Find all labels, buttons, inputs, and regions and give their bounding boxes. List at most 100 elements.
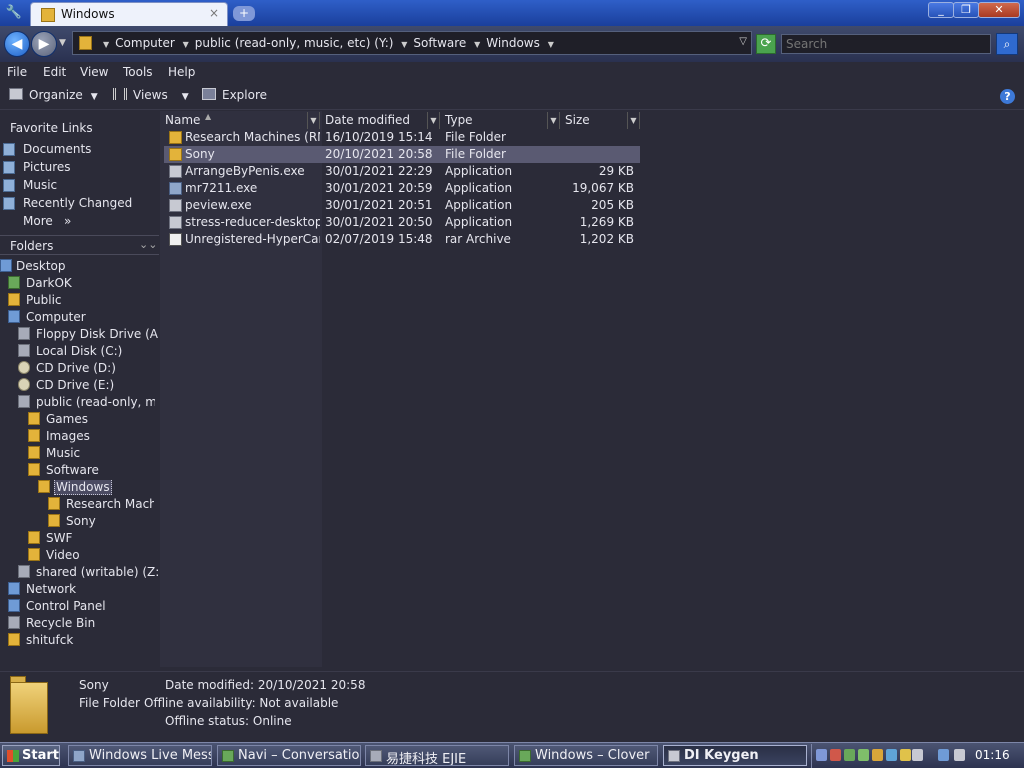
- file-type: Application: [445, 198, 513, 212]
- refresh-button[interactable]: ⟳: [756, 34, 776, 54]
- column-header-name[interactable]: Name ▲ ▼: [160, 112, 320, 129]
- tray-app-icon[interactable]: [872, 749, 883, 761]
- tray-app-icon[interactable]: [886, 749, 897, 761]
- fav-music[interactable]: Music: [0, 177, 159, 194]
- fav-more[interactable]: More »: [0, 213, 159, 230]
- close-button[interactable]: ✕: [978, 2, 1020, 18]
- breadcrumb-public-drive[interactable]: public (read-only, music, etc) (Y:): [195, 36, 394, 50]
- tray-app-icon[interactable]: [912, 749, 923, 761]
- breadcrumb-separator-icon[interactable]: ▼: [474, 40, 480, 49]
- tree-item-cd-e[interactable]: CD Drive (E:): [18, 378, 159, 395]
- breadcrumb-separator-icon[interactable]: ▼: [183, 40, 189, 49]
- recent-pages-dropdown[interactable]: ▼: [59, 38, 66, 48]
- tree-item-shared-drive[interactable]: shared (writable) (Z:): [18, 565, 159, 582]
- file-row-peview[interactable]: peview.exe 30/01/2021 20:51 Application …: [164, 197, 640, 214]
- fav-documents[interactable]: Documents: [0, 141, 159, 158]
- task-windows-live-messenger[interactable]: Windows Live Messenger: [68, 745, 212, 766]
- search-button[interactable]: ⌕: [996, 33, 1018, 55]
- menu-help[interactable]: Help: [168, 65, 195, 79]
- task-ejie[interactable]: 易捷科技 EJIE: [365, 745, 509, 766]
- explore-button[interactable]: Explore: [202, 88, 267, 106]
- task-label: Windows – Clover: [535, 748, 650, 763]
- tree-item-games[interactable]: Games: [28, 412, 159, 429]
- chevron-down-icon[interactable]: ▼: [547, 112, 559, 129]
- tree-item-control-panel[interactable]: Control Panel: [8, 599, 159, 616]
- chevron-down-icon[interactable]: ▼: [307, 112, 319, 129]
- tray-network-icon[interactable]: [844, 749, 855, 761]
- views-button[interactable]: Views ▼: [113, 88, 189, 106]
- tray-messenger-icon[interactable]: [858, 749, 869, 761]
- breadcrumb-separator-icon[interactable]: ▼: [401, 40, 407, 49]
- chevron-down-icon[interactable]: ▼: [627, 112, 639, 129]
- tree-item-desktop[interactable]: Desktop: [0, 259, 159, 276]
- tree-item-recycle-bin[interactable]: Recycle Bin: [8, 616, 159, 633]
- tree-label: Local Disk (C:): [36, 344, 123, 358]
- file-row-hypercam[interactable]: Unregistered-HyperCam.rar 02/07/2019 15:…: [164, 231, 640, 248]
- task-di-keygen[interactable]: DI Keygen: [663, 745, 807, 766]
- tab-windows[interactable]: Windows ×: [30, 2, 228, 26]
- search-input[interactable]: [781, 34, 991, 54]
- folders-header[interactable]: Folders ⌄⌄: [0, 235, 159, 255]
- file-list[interactable]: Name ▲ ▼ Date modified ▼ Type ▼ Size ▼ R…: [160, 111, 1024, 671]
- tree-item-images[interactable]: Images: [28, 429, 159, 446]
- file-row-mr7211[interactable]: mr7211.exe 30/01/2021 20:59 Application …: [164, 180, 640, 197]
- menu-edit[interactable]: Edit: [43, 65, 66, 79]
- tree-item-computer[interactable]: Computer: [8, 310, 159, 327]
- breadcrumb-separator-icon[interactable]: ▼: [548, 40, 554, 49]
- new-tab-button[interactable]: +: [233, 6, 255, 21]
- column-header-type[interactable]: Type ▼: [440, 112, 560, 129]
- fav-recently-changed[interactable]: Recently Changed: [0, 195, 159, 212]
- clock[interactable]: 01:16: [975, 748, 1010, 762]
- file-row-arrangebypenis[interactable]: ArrangeByPenis.exe 30/01/2021 22:29 Appl…: [164, 163, 640, 180]
- chevron-down-icon: ▼: [90, 92, 98, 102]
- breadcrumb-separator-icon[interactable]: ▼: [103, 40, 109, 49]
- tab-close-button[interactable]: ×: [209, 6, 219, 20]
- tree-item-sony[interactable]: Sony: [48, 514, 159, 531]
- help-icon[interactable]: ?: [1000, 89, 1015, 104]
- address-field[interactable]: ▼ Computer ▼ public (read-only, music, etc…: [72, 31, 752, 55]
- clover-icon: [519, 750, 531, 762]
- column-header-size[interactable]: Size ▼: [560, 112, 640, 129]
- task-navi-conversation[interactable]: Navi – Conversation: [217, 745, 361, 766]
- tree-item-public[interactable]: Public: [8, 293, 159, 310]
- breadcrumb-software[interactable]: Software: [413, 36, 466, 50]
- address-history-dropdown[interactable]: ▽: [739, 36, 747, 47]
- tray-app-icon[interactable]: [900, 749, 911, 761]
- minimize-button[interactable]: _: [928, 2, 954, 18]
- tree-item-windows[interactable]: Windows: [38, 480, 159, 497]
- wrench-icon[interactable]: 🔧: [4, 3, 24, 23]
- maximize-button[interactable]: ❐: [953, 2, 979, 18]
- tree-item-software[interactable]: Software: [28, 463, 159, 480]
- tree-item-darkok[interactable]: DarkOK: [8, 276, 159, 293]
- volume-icon[interactable]: [954, 749, 965, 761]
- tree-item-local-disk[interactable]: Local Disk (C:): [18, 344, 159, 361]
- fav-pictures[interactable]: Pictures: [0, 159, 159, 176]
- menu-view[interactable]: View: [80, 65, 108, 79]
- tree-item-research-machines[interactable]: Research Machines (RM): [48, 497, 154, 514]
- forward-button[interactable]: ▶: [31, 31, 57, 57]
- tray-security-icon[interactable]: [830, 749, 841, 761]
- file-row-research-machines[interactable]: Research Machines (RM) 16/10/2019 15:14 …: [164, 129, 640, 146]
- task-windows-clover[interactable]: Windows – Clover: [514, 745, 658, 766]
- tree-item-network[interactable]: Network: [8, 582, 159, 599]
- breadcrumb-windows[interactable]: Windows: [486, 36, 540, 50]
- tree-item-swf[interactable]: SWF: [28, 531, 159, 548]
- breadcrumb-computer[interactable]: Computer: [115, 36, 175, 50]
- organize-button[interactable]: Organize ▼: [9, 88, 98, 106]
- tree-item-video[interactable]: Video: [28, 548, 159, 565]
- start-button[interactable]: Start: [2, 745, 60, 766]
- tree-item-public-drive[interactable]: public (read-only, music, etc) (Y:): [18, 395, 155, 412]
- menu-file[interactable]: File: [7, 65, 27, 79]
- tree-item-cd-d[interactable]: CD Drive (D:): [18, 361, 159, 378]
- tree-item-floppy[interactable]: Floppy Disk Drive (A:): [18, 327, 159, 344]
- tray-display-icon[interactable]: [938, 749, 949, 761]
- tree-item-music[interactable]: Music: [28, 446, 159, 463]
- file-row-stress-reducer[interactable]: stress-reducer-desktop.exe 30/01/2021 20…: [164, 214, 640, 231]
- chevron-down-icon[interactable]: ▼: [427, 112, 439, 129]
- column-header-date[interactable]: Date modified ▼: [320, 112, 440, 129]
- tray-app-icon[interactable]: [816, 749, 827, 761]
- file-row-sony[interactable]: Sony 20/10/2021 20:58 File Folder: [164, 146, 640, 163]
- menu-tools[interactable]: Tools: [123, 65, 153, 79]
- tree-item-shitufck[interactable]: shitufck: [8, 633, 159, 650]
- back-button[interactable]: ◀: [4, 31, 30, 57]
